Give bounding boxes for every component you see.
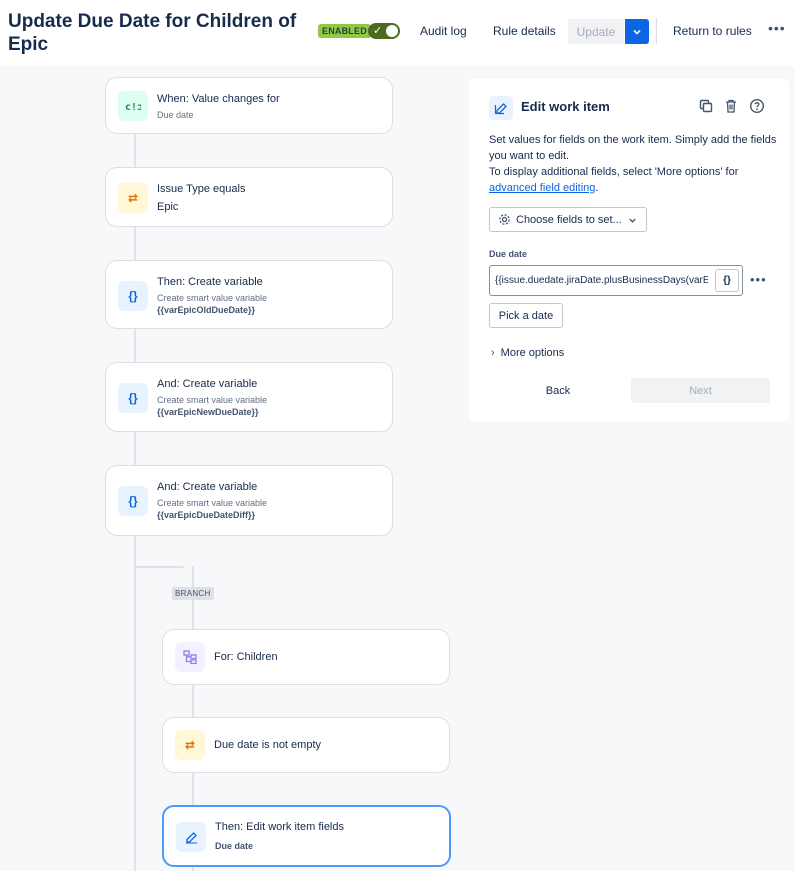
action-detail: Due date — [215, 841, 254, 851]
edit-work-item-panel: Edit work item Set values for fields on … — [469, 79, 789, 421]
pick-a-date-button[interactable]: Pick a date — [489, 303, 563, 328]
action-variable-name: {{varEpicNewDueDate}} — [157, 407, 259, 417]
action-card-create-variable-2[interactable]: {} And: Create variable Create smart val… — [105, 362, 393, 432]
next-button[interactable]: Next — [631, 378, 770, 403]
choose-fields-dropdown[interactable]: Choose fields to set... — [489, 207, 647, 232]
braces-icon: {} — [118, 281, 148, 311]
branch-label: BRANCH — [172, 587, 214, 600]
action-subtitle: Create smart value variable — [157, 293, 268, 303]
action-title: Then: Create variable — [157, 276, 263, 288]
action-variable-name: {{varEpicDueDateDiff}} — [157, 510, 256, 520]
back-button[interactable]: Back — [489, 378, 627, 403]
action-title: And: Create variable — [157, 481, 258, 493]
braces-icon: {} — [118, 383, 148, 413]
due-date-label: Due date — [489, 249, 528, 259]
action-variable-name: {{varEpicOldDueDate}} — [157, 305, 256, 315]
smart-value-button[interactable]: {} — [715, 269, 739, 292]
condition-title: Due date is not empty — [214, 739, 322, 751]
page-title: Update Due Date for Children of Epic — [8, 11, 297, 55]
branch-connector — [134, 566, 184, 568]
panel-description: Set values for fields on the work item. … — [489, 132, 779, 196]
condition-title: Issue Type equals — [157, 183, 246, 195]
update-menu-button[interactable] — [625, 19, 649, 44]
rule-details-button[interactable]: Rule details — [493, 22, 556, 40]
return-to-rules-button[interactable]: Return to rules — [673, 22, 752, 40]
edit-icon — [176, 822, 206, 852]
trash-icon[interactable] — [723, 98, 739, 114]
branch-card-children[interactable]: For: Children — [162, 629, 450, 685]
header: Update Due Date for Children of Epic ENA… — [0, 0, 795, 66]
action-subtitle: Create smart value variable — [157, 395, 268, 405]
swap-arrows-icon: ⇄ — [175, 730, 205, 760]
check-icon: ✓ — [373, 25, 383, 37]
toggle-knob — [386, 25, 398, 37]
audit-log-button[interactable]: Audit log — [420, 22, 467, 40]
condition-value: Epic — [157, 201, 179, 213]
trigger-title: When: Value changes for — [157, 93, 280, 105]
chevron-down-icon — [629, 218, 636, 223]
update-button[interactable]: Update — [568, 19, 624, 44]
action-card-create-variable-1[interactable]: {} Then: Create variable Create smart va… — [105, 260, 393, 329]
more-actions-button[interactable]: ••• — [768, 20, 786, 36]
duplicate-icon[interactable] — [698, 98, 714, 114]
choose-fields-label: Choose fields to set... — [516, 213, 622, 226]
description-line-1: Set values for fields on the work item. … — [489, 134, 777, 162]
action-subtitle: Create smart value variable — [157, 498, 268, 508]
svg-text:c!ɔ: c!ɔ — [125, 102, 141, 112]
branch-title: For: Children — [214, 651, 278, 663]
swap-arrows-icon: ⇄ — [118, 183, 148, 213]
edit-icon — [489, 96, 513, 120]
more-options-label: More options — [500, 347, 565, 359]
action-card-create-variable-3[interactable]: {} And: Create variable Create smart val… — [105, 465, 393, 536]
gear-icon — [499, 214, 510, 225]
panel-title: Edit work item — [521, 99, 610, 114]
enabled-toggle[interactable]: ✓ — [368, 23, 400, 39]
condition-card-due-date[interactable]: ⇄ Due date is not empty — [162, 717, 450, 773]
action-title: And: Create variable — [157, 378, 258, 390]
action-card-edit-work-item[interactable]: Then: Edit work item fields Due date — [162, 805, 451, 867]
advanced-field-editing-link[interactable]: advanced field editing — [489, 182, 595, 194]
condition-card-issue-type[interactable]: ⇄ Issue Type equals Epic — [105, 167, 393, 227]
hierarchy-icon — [175, 642, 205, 672]
due-date-input[interactable] — [489, 265, 743, 296]
help-icon[interactable] — [749, 98, 765, 114]
header-divider — [656, 18, 657, 44]
field-more-button[interactable]: ••• — [750, 272, 767, 287]
status-badge: ENABLED — [318, 24, 371, 38]
more-options-toggle[interactable]: › More options — [491, 347, 564, 359]
description-line-2: To display additional fields, select 'Mo… — [489, 166, 739, 194]
trigger-card[interactable]: c!ɔ When: Value changes for Due date — [105, 77, 393, 134]
chevron-right-icon: › — [491, 347, 495, 359]
trigger-icon: c!ɔ — [118, 91, 148, 121]
chevron-down-icon — [633, 29, 641, 35]
trigger-subtitle: Due date — [157, 110, 194, 120]
braces-icon: {} — [118, 486, 148, 516]
action-title: Then: Edit work item fields — [215, 821, 344, 833]
